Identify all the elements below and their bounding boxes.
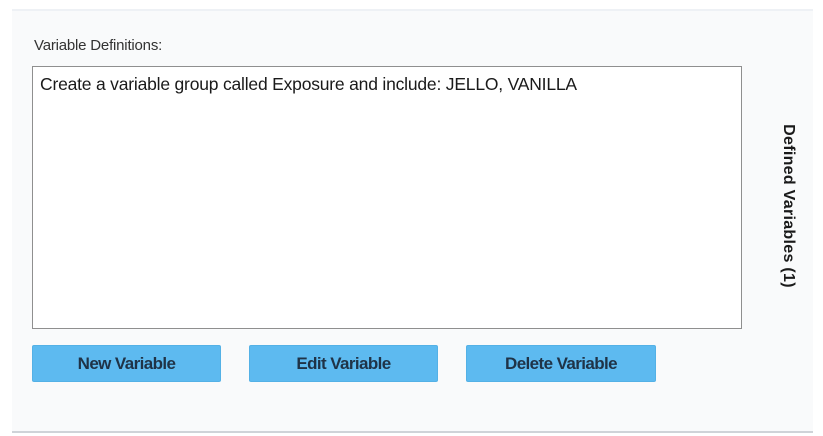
variable-definitions-page: Variable Definitions: Create a variable … xyxy=(0,0,823,436)
delete-variable-button[interactable]: Delete Variable xyxy=(466,345,656,382)
edit-variable-button[interactable]: Edit Variable xyxy=(249,345,438,382)
defined-variables-tab[interactable]: Defined Variables (1) xyxy=(764,96,812,316)
defined-variables-tab-label: Defined Variables (1) xyxy=(780,124,797,288)
new-variable-button[interactable]: New Variable xyxy=(32,345,221,382)
bottom-divider xyxy=(12,431,813,433)
variable-definitions-label: Variable Definitions: xyxy=(34,37,163,54)
variable-definitions-list[interactable]: Create a variable group called Exposure … xyxy=(32,66,742,329)
variable-definition-entry[interactable]: Create a variable group called Exposure … xyxy=(40,74,741,94)
